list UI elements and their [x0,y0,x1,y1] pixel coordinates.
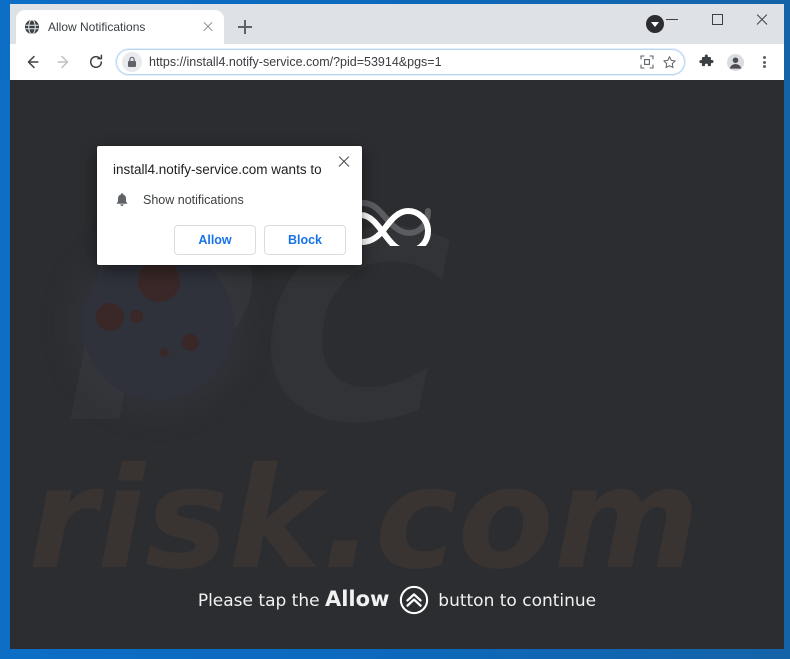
dialog-title: install4.notify-service.com wants to [113,162,322,177]
call-to-action-text: Please tap the Allow button to continue [10,585,784,615]
reload-button[interactable] [82,48,110,76]
double-chevron-up-circle-icon [399,585,429,615]
star-glyph [662,55,676,68]
planet-decoration [82,248,234,400]
maximize-icon [711,13,723,25]
forward-button[interactable] [50,48,78,76]
cta-allow-word: Allow [324,587,390,611]
new-tab-button[interactable] [232,14,258,40]
watermark-riskcom: risk.com [28,438,700,601]
tab-close-icon[interactable] [200,19,216,35]
minimize-window-button[interactable] [649,4,694,34]
back-arrow-icon [27,55,39,69]
address-bar[interactable]: https://install4.notify-service.com/?pid… [116,49,685,75]
browser-window: Allow Notifications https://install4.not… [10,4,784,649]
dialog-close-icon[interactable] [336,154,352,170]
minimize-icon [665,13,678,25]
cta-suffix: button to continue [438,591,597,611]
back-button[interactable] [18,48,46,76]
bell-icon [116,192,128,206]
page-viewport: PC risk.com Please tap the Allow [10,80,784,649]
tab-title: Allow Notifications [48,20,146,34]
forward-arrow-icon [57,55,69,69]
bookmark-star-icon[interactable] [658,51,680,73]
browser-menu-button[interactable] [750,48,778,76]
browser-tab[interactable]: Allow Notifications [16,10,224,44]
dialog-actions: Allow Block [113,224,346,255]
dialog-permission-label: Show notifications [143,192,244,207]
block-button[interactable]: Block [264,224,346,255]
planet-crater [160,348,169,357]
close-window-button[interactable] [739,4,784,34]
qr-glyph [640,55,654,69]
planet-crater [138,260,180,302]
qr-code-icon[interactable] [636,51,658,73]
window-frame: Allow Notifications https://install4.not… [0,0,790,659]
profile-avatar-icon [726,53,744,71]
three-dot-menu-icon [762,54,766,70]
puzzle-icon [698,53,713,66]
maximize-window-button[interactable] [694,4,739,34]
profile-button[interactable] [721,48,749,76]
browser-toolbar: https://install4.notify-service.com/?pid… [10,44,784,80]
extensions-button[interactable] [692,48,720,76]
lock-glyph [128,56,136,67]
close-icon [756,13,768,25]
cta-prefix: Please tap the [197,591,320,611]
reload-icon [89,54,103,68]
tab-strip: Allow Notifications [10,4,784,44]
planet-crater [182,334,199,351]
planet-crater [130,310,143,323]
dialog-permission-row: Show notifications [113,191,346,209]
url-text[interactable]: https://install4.notify-service.com/?pid… [149,55,636,69]
allow-button[interactable]: Allow [174,224,256,255]
notification-permission-dialog: install4.notify-service.com wants to Sho… [97,146,362,265]
globe-icon [25,19,39,35]
planet-crater [96,303,124,331]
lock-icon[interactable] [122,52,142,72]
